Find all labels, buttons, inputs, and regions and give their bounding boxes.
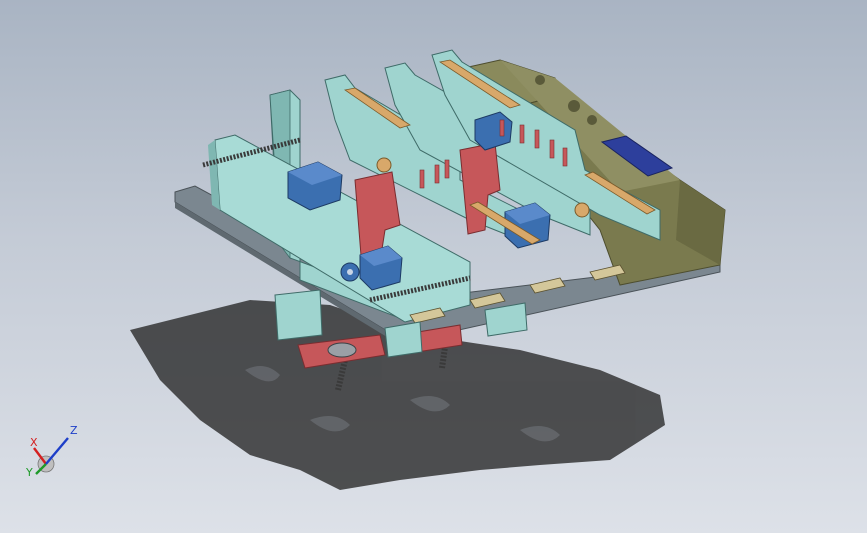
- pulley-3: [376, 157, 392, 173]
- pulley-2: [574, 202, 590, 218]
- enclosure-port-2: [568, 100, 580, 112]
- triad-z-label: Z: [70, 424, 78, 437]
- bottom-gear: [327, 342, 357, 358]
- lower-block-1[interactable]: [274, 289, 323, 341]
- enclosure-port-1: [535, 75, 545, 85]
- pulley-1: [340, 262, 360, 282]
- z-axis-line: [45, 437, 69, 465]
- triad-x-label: X: [30, 436, 38, 449]
- stepper-motor-2[interactable]: [359, 245, 403, 291]
- orientation-triad: X Y Z: [25, 424, 78, 479]
- 3d-viewport[interactable]: X Y Z: [0, 0, 867, 533]
- enclosure-port-3: [587, 115, 597, 125]
- cad-model-scene[interactable]: [0, 0, 867, 533]
- triad-y-label: Y: [25, 466, 33, 479]
- lower-block-2[interactable]: [384, 321, 423, 358]
